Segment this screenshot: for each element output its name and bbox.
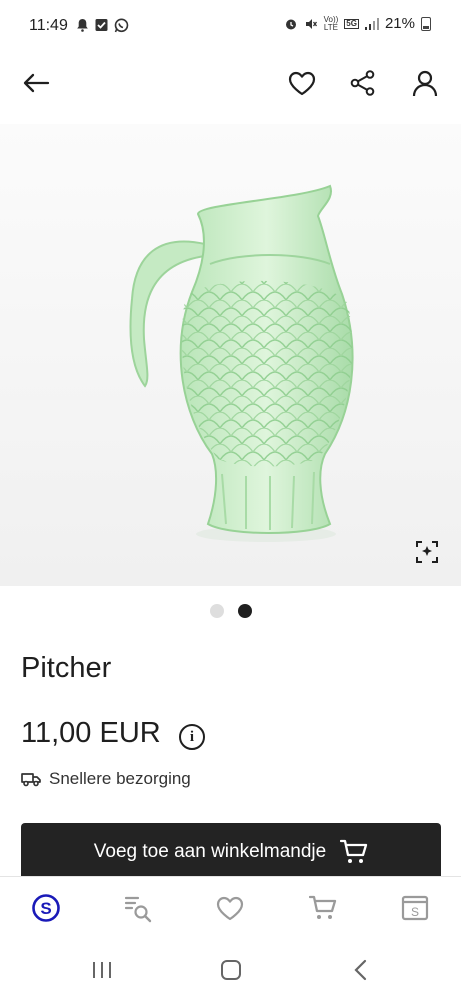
heart-icon bbox=[288, 71, 316, 95]
mute-icon bbox=[305, 18, 317, 29]
system-navigation bbox=[0, 938, 461, 1000]
pitcher-image bbox=[0, 124, 461, 586]
volte-label: Vo)) LTE bbox=[323, 14, 339, 32]
heart-icon bbox=[217, 896, 244, 920]
home-button[interactable] bbox=[211, 950, 251, 990]
back-icon bbox=[354, 959, 367, 981]
recent-apps-button[interactable] bbox=[82, 950, 122, 990]
image-carousel-dots bbox=[0, 604, 461, 618]
nav-favorites[interactable] bbox=[205, 883, 255, 933]
add-to-cart-label: Voeg toe aan winkelmandje bbox=[93, 841, 327, 862]
account-button[interactable] bbox=[405, 63, 445, 103]
status-right: Vo)) LTE 5G 21% bbox=[284, 15, 431, 32]
cart-icon bbox=[340, 839, 368, 863]
delivery-info: Snellere bezorging bbox=[21, 769, 191, 789]
add-to-cart-button[interactable]: Voeg toe aan winkelmandje bbox=[21, 823, 441, 881]
carousel-dot-active[interactable] bbox=[237, 604, 252, 618]
bottom-navigation: S S bbox=[0, 876, 461, 939]
whatsapp-icon bbox=[114, 18, 129, 33]
svg-text:S: S bbox=[40, 899, 51, 918]
delivery-truck-icon bbox=[21, 773, 41, 787]
delivery-label: Snellere bezorging bbox=[49, 769, 191, 788]
checkbox-icon bbox=[95, 19, 108, 31]
notification-icons bbox=[76, 18, 129, 33]
back-button[interactable] bbox=[16, 63, 56, 103]
product-price: 11,00 EUR bbox=[21, 717, 161, 749]
product-title: Pitcher bbox=[21, 652, 112, 684]
sell-icon: S bbox=[401, 895, 428, 921]
search-list-icon bbox=[125, 896, 152, 923]
nav-cart[interactable] bbox=[298, 883, 348, 933]
share-icon bbox=[350, 70, 375, 96]
recent-apps-icon bbox=[93, 962, 111, 978]
favorite-button[interactable] bbox=[282, 63, 322, 103]
nav-search[interactable] bbox=[113, 883, 163, 933]
arrow-left-icon bbox=[23, 73, 50, 93]
home-icon bbox=[221, 960, 241, 980]
network-5g-label: 5G bbox=[344, 18, 359, 29]
bell-icon bbox=[77, 19, 88, 32]
image-search-icon bbox=[416, 541, 438, 563]
product-image[interactable] bbox=[0, 124, 461, 586]
svg-text:S: S bbox=[411, 905, 419, 919]
status-bar: 11:49 Vo)) LTE 5G 21% bbox=[0, 0, 461, 52]
nav-home[interactable]: S bbox=[21, 883, 71, 933]
battery-percent: 21% bbox=[384, 15, 415, 32]
share-button[interactable] bbox=[343, 63, 383, 103]
system-back-button[interactable] bbox=[341, 950, 381, 990]
cart-icon bbox=[308, 895, 336, 919]
nav-sell[interactable]: S bbox=[390, 883, 440, 933]
status-time: 11:49 bbox=[29, 17, 68, 34]
app-header bbox=[0, 52, 461, 125]
user-icon bbox=[412, 70, 438, 97]
carousel-dot[interactable] bbox=[209, 604, 224, 618]
price-info-icon[interactable]: i bbox=[179, 724, 205, 750]
s-logo-icon: S bbox=[32, 894, 60, 922]
battery-icon bbox=[421, 16, 431, 31]
alarm-icon bbox=[285, 19, 296, 29]
signal-icon bbox=[364, 17, 379, 30]
zoom-button[interactable] bbox=[413, 538, 441, 566]
